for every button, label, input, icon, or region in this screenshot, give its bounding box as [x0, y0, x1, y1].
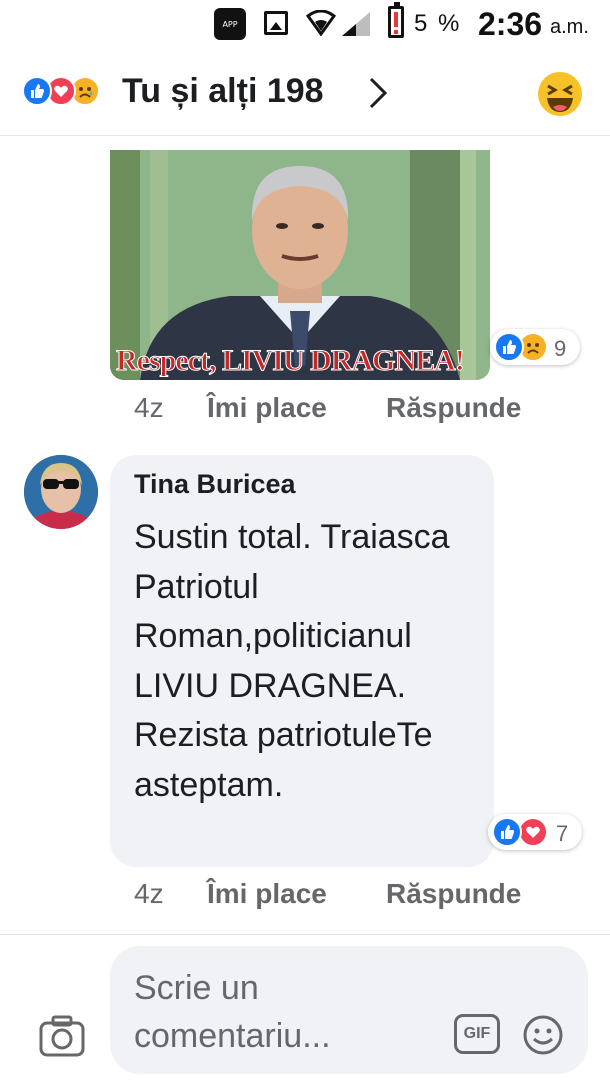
gif-button[interactable]: GIF [454, 1014, 500, 1054]
comment-author[interactable]: Tina Buricea [134, 469, 296, 500]
clock-time: 2:36 [478, 6, 543, 42]
avatar[interactable] [24, 455, 98, 529]
like-reaction-icon [494, 332, 524, 362]
battery-low-icon [388, 2, 404, 38]
reactions-header[interactable]: Tu și alți 198 [0, 46, 610, 136]
reaction-count: 7 [556, 821, 569, 846]
haha-reaction-icon[interactable] [538, 72, 582, 116]
like-button[interactable]: Îmi place [207, 878, 327, 910]
reaction-count: 9 [554, 336, 567, 361]
comment-bubble[interactable]: Tina Buricea Sustin total. Traiasca Patr… [110, 455, 494, 867]
like-button[interactable]: Îmi place [207, 392, 327, 424]
image-top-banner [110, 136, 490, 150]
app-icon: APP [214, 8, 246, 40]
love-reaction-icon [518, 817, 548, 847]
comment-reaction-pill[interactable]: 7 [488, 814, 582, 850]
comment-input[interactable]: Scrie un comentariu... GIF [110, 946, 588, 1074]
like-reaction-icon [22, 76, 52, 106]
reply-button[interactable]: Răspunde [386, 878, 521, 910]
battery-percent: 5 % [414, 10, 462, 37]
comment-time: 4z [134, 878, 164, 909]
chevron-right-icon[interactable] [368, 76, 388, 110]
comment-time: 4z [134, 392, 164, 423]
emoji-icon[interactable] [522, 1014, 564, 1056]
image-caption: Respect, LIVIU DRAGNEA! [116, 344, 466, 378]
signal-icon [342, 12, 370, 36]
comment-input-placeholder[interactable]: Scrie un comentariu... [134, 964, 414, 1060]
composer-divider [0, 934, 610, 935]
clock-ampm: a.m. [550, 16, 589, 38]
comment-text: Sustin total. Traiasca Patriotul Roman,p… [134, 518, 450, 804]
wifi-icon [306, 10, 336, 36]
gallery-icon [264, 11, 288, 35]
like-reaction-icon [492, 817, 522, 847]
reactions-title[interactable]: Tu și alți 198 [122, 72, 324, 111]
reply-button[interactable]: Răspunde [386, 392, 521, 424]
image-reaction-pill[interactable]: 9 [490, 329, 580, 365]
camera-icon[interactable] [38, 1014, 86, 1058]
comment-image[interactable]: Respect, LIVIU DRAGNEA! [110, 136, 490, 380]
status-bar: APP 5 % 2:36 a.m. [0, 0, 610, 46]
